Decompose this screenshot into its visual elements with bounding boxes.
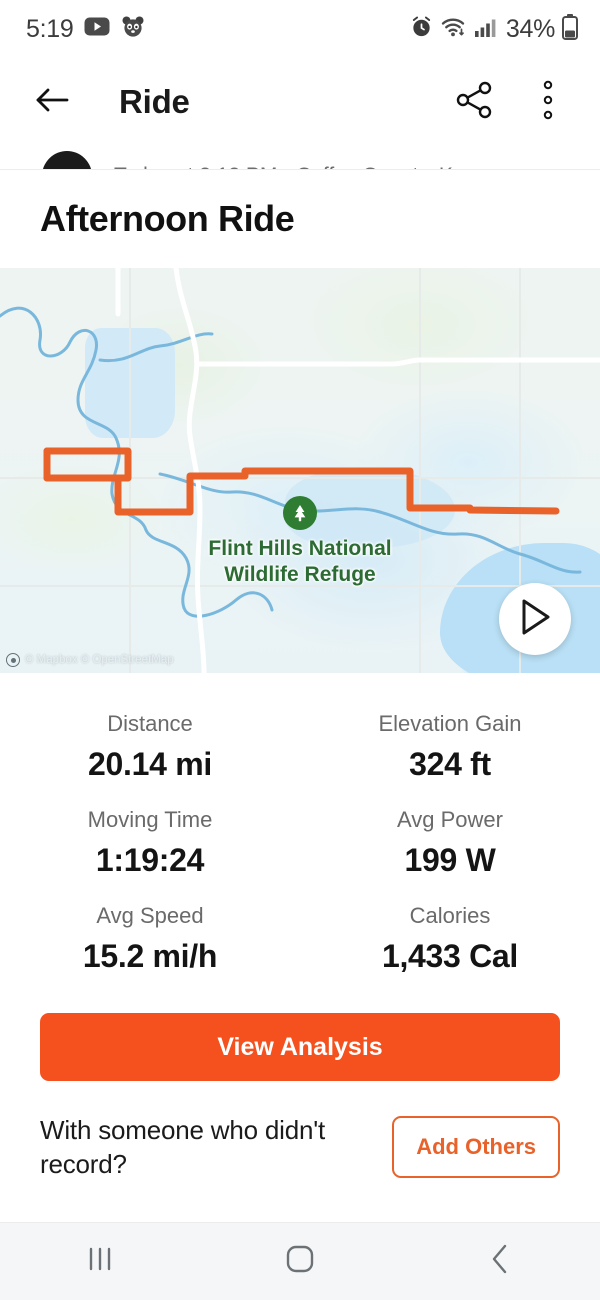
stat-label: Distance <box>107 711 193 736</box>
stats-row: Distance 20.14 mi Elevation Gain 324 ft <box>0 701 600 797</box>
view-analysis-button[interactable]: View Analysis <box>40 1013 560 1081</box>
stat-value: 1:19:24 <box>95 842 205 878</box>
play-route-button[interactable] <box>499 583 571 655</box>
activity-meta-inner: Today at 3:12 PM · Coffey County, Kansas <box>0 146 600 169</box>
stat-value: 20.14 mi <box>88 746 212 782</box>
stat-label: Moving Time <box>87 807 213 832</box>
stat-calories: Calories 1,433 Cal <box>300 893 600 989</box>
primary-action-container: View Analysis <box>0 995 600 1081</box>
status-bar-left: 5:19 <box>26 15 145 44</box>
avatar[interactable] <box>42 151 92 169</box>
stat-distance: Distance 20.14 mi <box>0 701 300 797</box>
map-info-icon[interactable] <box>6 653 20 667</box>
overflow-menu-icon <box>543 80 553 125</box>
stat-label: Avg Speed <box>96 903 204 928</box>
overflow-menu-button[interactable] <box>524 78 572 126</box>
stat-label: Avg Power <box>397 807 503 832</box>
add-others-row: With someone who didn't record? Add Othe… <box>0 1081 600 1182</box>
battery-percent-label: 34% <box>505 14 555 43</box>
home-button[interactable] <box>252 1231 348 1293</box>
stat-value: 324 ft <box>409 746 491 782</box>
status-bar: 5:19 34% <box>0 0 600 58</box>
map-attribution[interactable]: © Mapbox © OpenStreetMap <box>6 653 174 667</box>
home-icon <box>285 1243 315 1280</box>
recents-icon <box>87 1244 113 1279</box>
status-bar-right: 34% <box>410 13 578 45</box>
map-poi-wildlife-refuge[interactable]: Flint Hills National Wildlife Refuge <box>0 496 600 589</box>
battery-icon <box>562 13 578 45</box>
back-arrow-icon <box>34 85 70 120</box>
play-icon <box>518 598 552 641</box>
stat-value: 1,433 Cal <box>381 938 519 974</box>
stat-value: 199 W <box>404 842 496 878</box>
app-bar: Ride <box>0 58 600 146</box>
add-others-button[interactable]: Add Others <box>392 1116 560 1179</box>
stat-avg-speed: Avg Speed 15.2 mi/h <box>0 893 300 989</box>
stats-row: Moving Time 1:19:24 Avg Power 199 W <box>0 797 600 893</box>
back-button[interactable] <box>28 78 76 126</box>
map-poi-label-line1: Flint Hills National <box>208 537 392 560</box>
youtube-icon <box>84 17 110 41</box>
cellular-signal-icon <box>474 17 497 42</box>
status-bar-clock: 5:19 <box>26 14 74 43</box>
recents-button[interactable] <box>52 1231 148 1293</box>
nav-back-button[interactable] <box>452 1231 548 1293</box>
activity-meta-text: Today at 3:12 PM · Coffey County, Kansas <box>114 164 509 169</box>
android-nav-bar <box>0 1222 600 1300</box>
alarm-icon <box>410 15 433 43</box>
share-button[interactable] <box>450 78 498 126</box>
stat-avg-power: Avg Power 199 W <box>300 797 600 893</box>
app-screen: 5:19 34% Ride Afternoon Ride Flint Hills… <box>0 0 600 1300</box>
stat-moving-time: Moving Time 1:19:24 <box>0 797 300 893</box>
nav-back-icon <box>489 1243 511 1280</box>
add-others-prompt: With someone who didn't record? <box>40 1115 326 1180</box>
page-title: Ride <box>119 83 190 120</box>
share-icon <box>454 81 494 124</box>
wifi-icon <box>440 16 468 43</box>
activity-meta-row[interactable]: Today at 3:12 PM · Coffey County, Kansas <box>0 146 600 170</box>
stat-label: Calories <box>409 903 491 928</box>
stats-row: Avg Speed 15.2 mi/h Calories 1,433 Cal <box>0 893 600 989</box>
stat-label: Elevation Gain <box>378 711 522 736</box>
map-poi-label-line2: Wildlife Refuge <box>224 563 376 587</box>
park-tree-icon <box>283 496 317 530</box>
stat-value: 15.2 mi/h <box>82 938 218 974</box>
activity-title: Afternoon Ride <box>40 198 295 239</box>
bottom-spacer <box>0 1182 600 1222</box>
stat-elevation-gain: Elevation Gain 324 ft <box>300 701 600 797</box>
route-map[interactable]: Hartford Flint Hills National Wildlife R… <box>0 268 600 673</box>
stats-grid: Distance 20.14 mi Elevation Gain 324 ft … <box>0 673 600 995</box>
map-attribution-text: © Mapbox © OpenStreetMap <box>25 654 174 666</box>
panda-app-icon <box>121 15 145 44</box>
